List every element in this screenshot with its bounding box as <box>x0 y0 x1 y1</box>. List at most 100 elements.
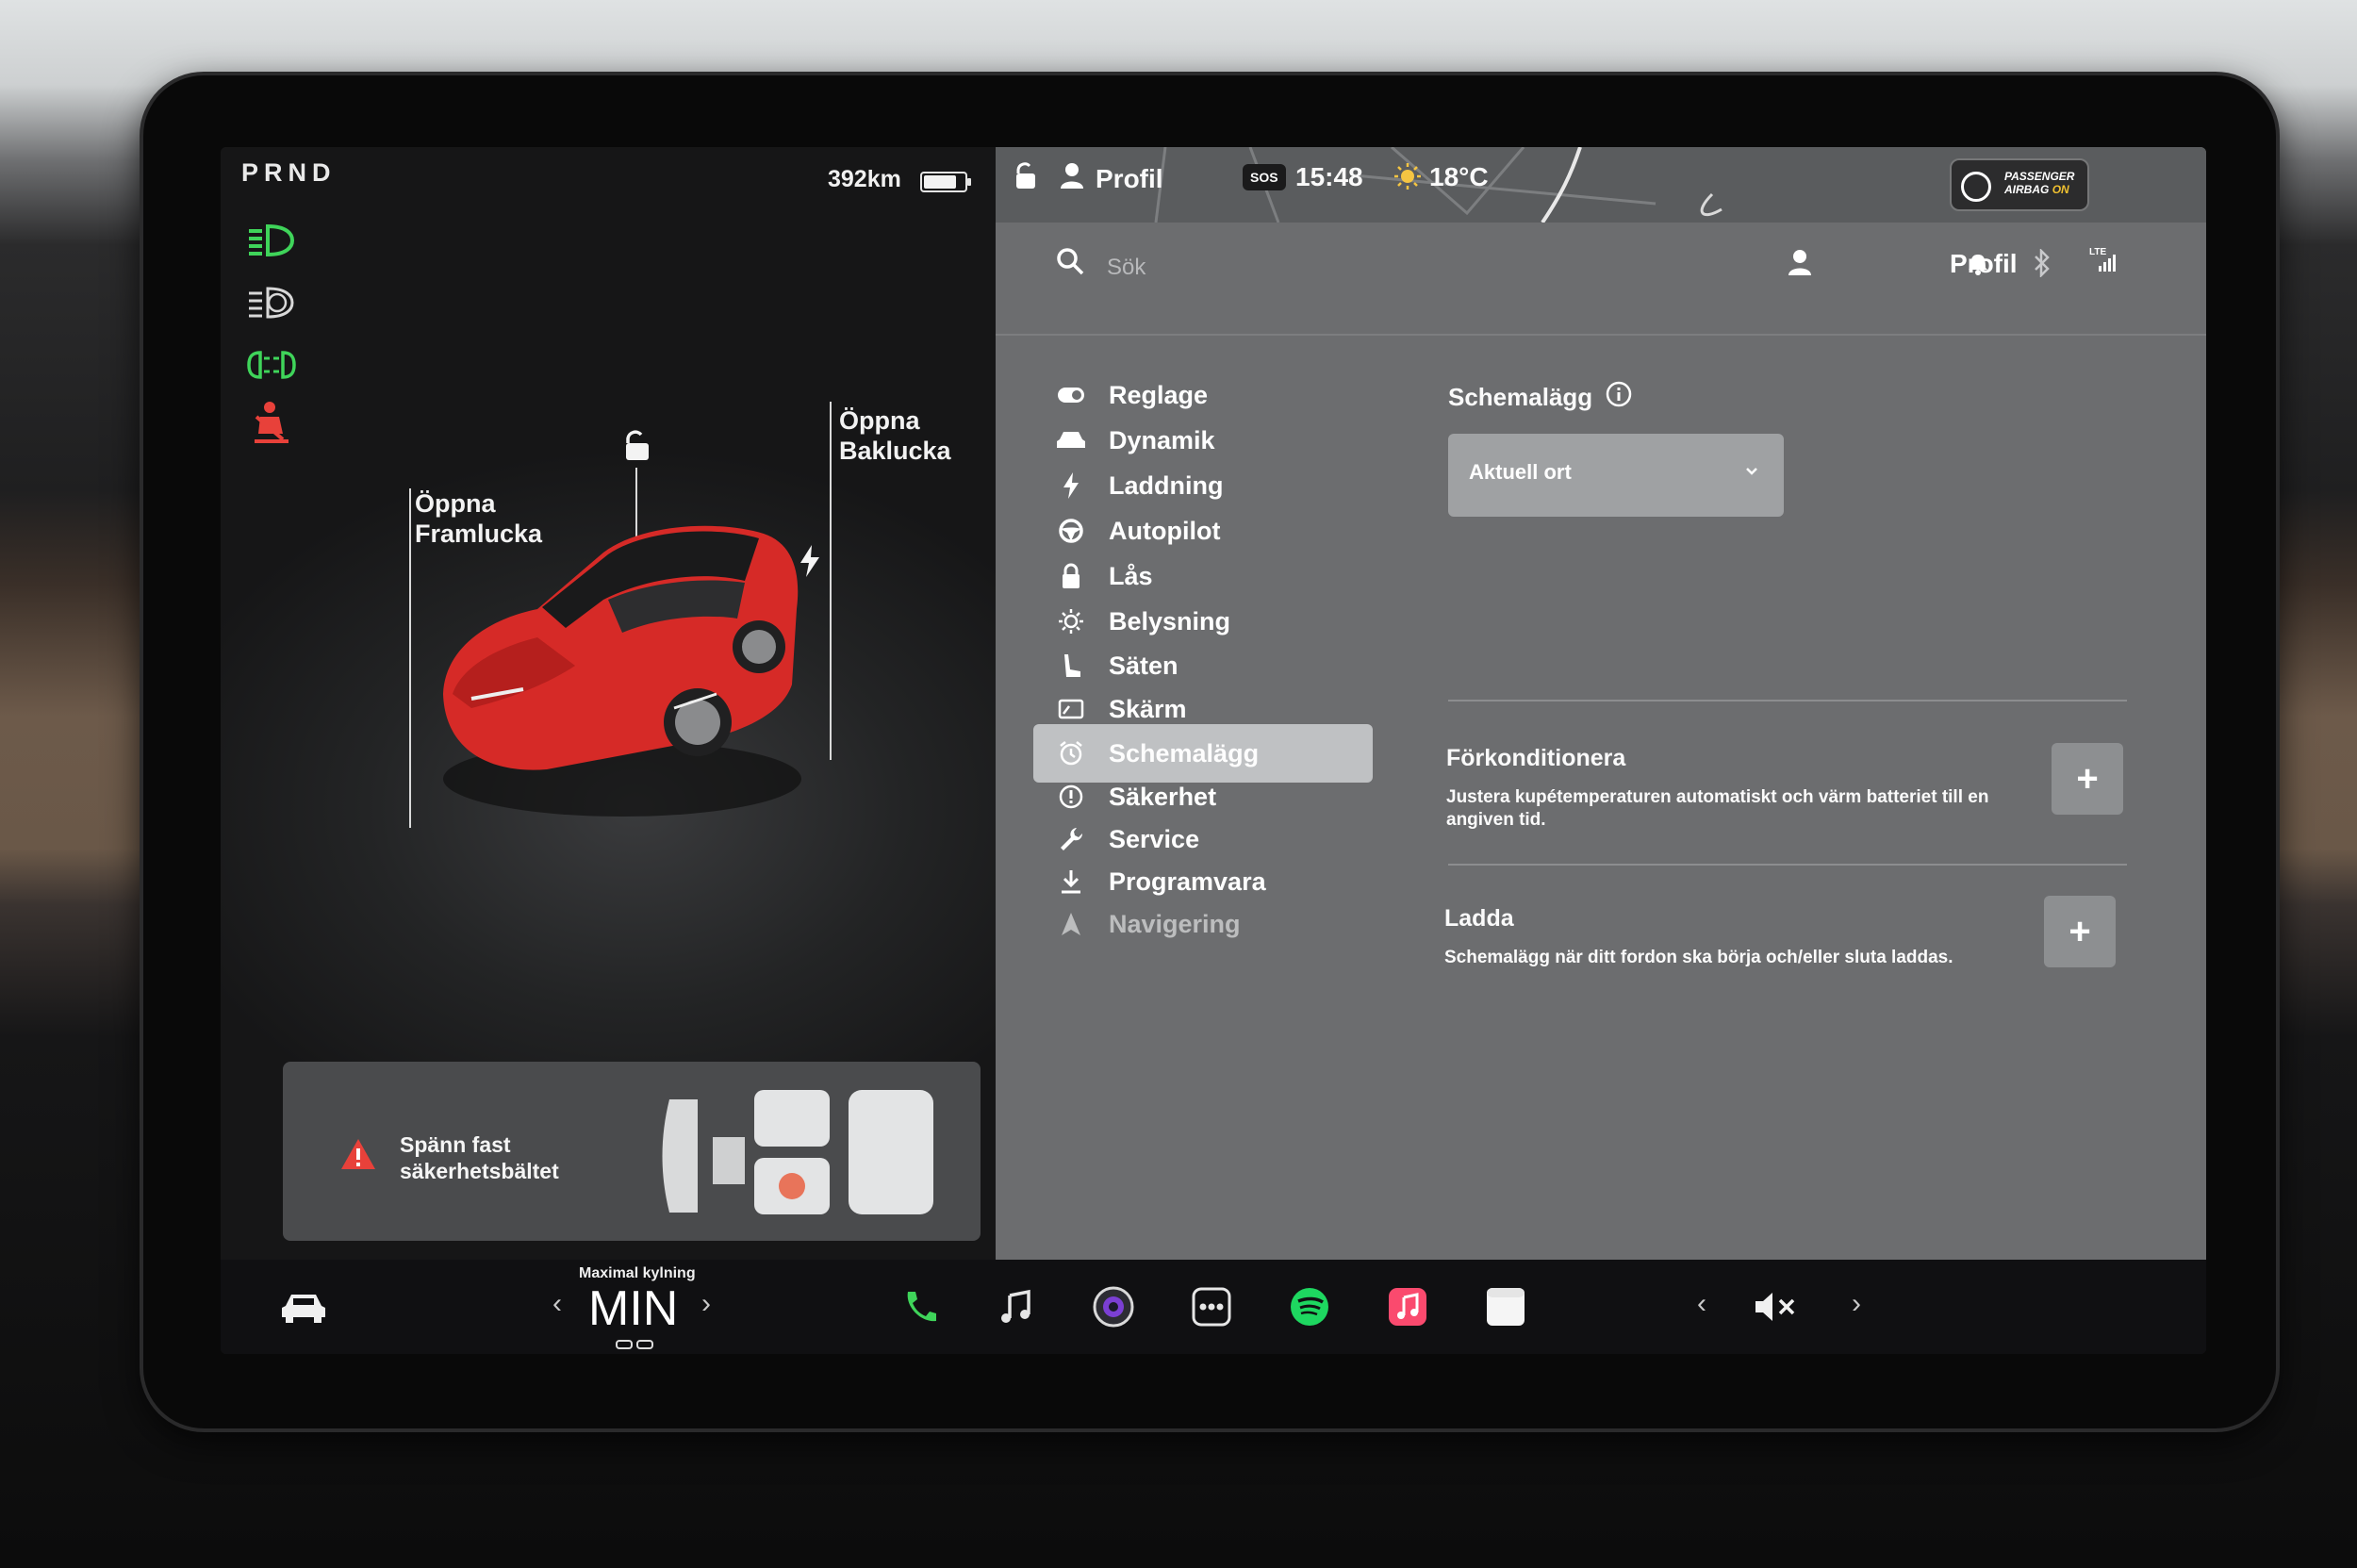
gear-indicator: PRND <box>241 158 337 187</box>
calendar-icon[interactable] <box>1482 1280 1529 1333</box>
clock: 15:48 <box>1295 162 1363 191</box>
airbag-icon <box>1961 172 1991 202</box>
airbag-status: ON <box>2052 183 2069 196</box>
defrost-icon[interactable] <box>615 1339 656 1354</box>
charge-schedule-description: Schemalägg när ditt fordon ska börja och… <box>1444 948 1953 967</box>
seatbelt-message-line2: säkerhetsbältet <box>400 1159 559 1183</box>
sun-weather-icon <box>1393 162 1422 195</box>
menu-item-label: Belysning <box>1109 606 1231 635</box>
passenger-airbag-indicator: PASSENGER AIRBAG ON <box>1950 158 2089 211</box>
car-controls-icon[interactable] <box>275 1280 332 1333</box>
headlights-icon <box>245 221 298 260</box>
search-icon[interactable] <box>1056 247 1084 280</box>
outside-temperature: 18°C <box>1429 162 1489 191</box>
sun-icon <box>1052 602 1090 640</box>
menu-item-label: Navigering <box>1109 909 1241 938</box>
search-bar: LTE <box>996 223 2206 336</box>
schedule-title: Schemalägg <box>1448 381 1632 414</box>
frunk-callout-line <box>409 488 411 828</box>
topbar-profile-label: Profil <box>1096 163 1163 193</box>
bluetooth-icon[interactable] <box>2033 247 2052 282</box>
add-charge-schedule-button[interactable]: + <box>2044 896 2116 967</box>
charge-schedule-title: Ladda <box>1444 905 1514 932</box>
precondition-desc-line1: Justera kupétemperaturen automatiskt och… <box>1446 787 1989 807</box>
vehicle-model[interactable] <box>434 505 811 817</box>
vehicle-panel: PRND 392km Öppna Framlucka Öppna Bakluck… <box>221 147 996 1260</box>
trunk-callout[interactable]: Öppna Baklucka <box>839 405 951 466</box>
precondition-desc-line2: angiven tid. <box>1446 810 1546 830</box>
climate-increase-chevron[interactable]: › <box>701 1288 711 1320</box>
airbag-line1: PASSENGER <box>2004 170 2075 183</box>
menu-item-label: Autopilot <box>1109 516 1221 545</box>
location-dropdown[interactable]: Aktuell ort <box>1448 434 1784 517</box>
music-icon[interactable] <box>992 1280 1039 1333</box>
warning-triangle-icon <box>339 1137 377 1171</box>
camera-icon[interactable] <box>1090 1280 1137 1333</box>
menu-item-label: Säten <box>1109 651 1178 680</box>
menu-item-label: Lås <box>1109 561 1153 590</box>
add-precondition-button[interactable]: + <box>2052 743 2123 815</box>
parking-lights-icon <box>245 345 298 385</box>
steering-wheel-icon <box>1052 512 1090 550</box>
spotify-icon[interactable] <box>1286 1280 1333 1333</box>
menu-item-label: Programvara <box>1109 867 1266 896</box>
auto-highbeam-icon <box>245 283 298 322</box>
volume-down-chevron[interactable]: ‹ <box>1697 1288 1706 1320</box>
search-input[interactable]: Sök <box>1107 255 1146 281</box>
bolt-icon <box>1052 467 1090 504</box>
info-icon[interactable] <box>1606 381 1632 414</box>
precondition-title: Förkonditionera <box>1446 745 1626 771</box>
menu-item-label: Säkerhet <box>1109 782 1217 811</box>
seatbelt-warning-icon <box>245 400 298 443</box>
network-type: LTE <box>2089 247 2107 257</box>
sos-button[interactable]: SOS <box>1243 164 1286 190</box>
menu-item-label: Dynamik <box>1109 425 1215 454</box>
navigation-icon <box>1052 905 1090 943</box>
search-profile-label[interactable]: Profil <box>1950 249 2018 279</box>
touchscreen: PRND 392km Öppna Framlucka Öppna Bakluck… <box>221 147 2206 1354</box>
topbar-profile[interactable]: Profil <box>1060 162 1163 195</box>
seatbelt-message-line1: Spänn fast <box>400 1132 511 1157</box>
menu-item-label: Service <box>1109 824 1200 853</box>
search-profile-icon[interactable] <box>1788 249 1812 280</box>
trunk-label-line2: Baklucka <box>839 437 951 465</box>
unlock-icon[interactable] <box>620 430 652 462</box>
battery-icon <box>920 172 971 192</box>
airbag-line2a: AIRBAG <box>2004 183 2050 196</box>
divider-1 <box>1448 700 2127 701</box>
divider-2 <box>1448 864 2127 866</box>
menu-item-label: Laddning <box>1109 470 1224 500</box>
seatbelt-panel: Spänn fast säkerhetsbältet <box>283 1062 981 1241</box>
topbar-unlock-icon[interactable] <box>1011 162 1039 195</box>
profile-icon <box>1060 162 1084 195</box>
trunk-label-line1: Öppna <box>839 406 920 435</box>
climate-decrease-chevron[interactable]: ‹ <box>552 1288 562 1320</box>
map-strip[interactable]: Profil SOS 15:48 18°C PASSENGER AIRBAG O… <box>996 147 2206 223</box>
volume-muted-icon[interactable] <box>1748 1280 1805 1333</box>
seat-occupancy-map <box>660 1081 943 1222</box>
location-dropdown-value: Aktuell ort <box>1469 460 1572 484</box>
climate-setting[interactable]: MIN <box>588 1280 678 1337</box>
seat-icon <box>1052 647 1090 685</box>
menu-item-13[interactable]: Navigering <box>1033 895 1373 953</box>
bottom-dock: ‹ Maximal kylning MIN › ‹ › <box>221 1260 2206 1354</box>
car-icon <box>1052 421 1090 459</box>
range-readout: 392km <box>828 166 901 192</box>
schedule-title-text: Schemalägg <box>1448 383 1593 411</box>
lock-icon <box>1052 557 1090 595</box>
trunk-callout-line <box>830 402 832 760</box>
volume-up-chevron[interactable]: › <box>1852 1288 1861 1320</box>
settings-panel: Profil SOS 15:48 18°C PASSENGER AIRBAG O… <box>996 147 2206 1260</box>
more-apps-icon[interactable] <box>1188 1280 1235 1333</box>
display-icon <box>1052 690 1090 728</box>
cellular-signal-icon: LTE <box>2089 247 2118 280</box>
menu-item-label: Reglage <box>1109 380 1209 409</box>
chevron-down-icon <box>1744 464 1759 484</box>
precondition-description: Justera kupétemperaturen automatiskt och… <box>1446 786 1988 832</box>
phone-icon[interactable] <box>896 1280 943 1333</box>
menu-item-label: Skärm <box>1109 694 1187 723</box>
toggle-icon <box>1052 376 1090 414</box>
apple-music-icon[interactable] <box>1384 1280 1431 1333</box>
seatbelt-message: Spänn fast säkerhetsbältet <box>400 1131 559 1184</box>
menu-item-label: Schemalägg <box>1109 738 1260 767</box>
